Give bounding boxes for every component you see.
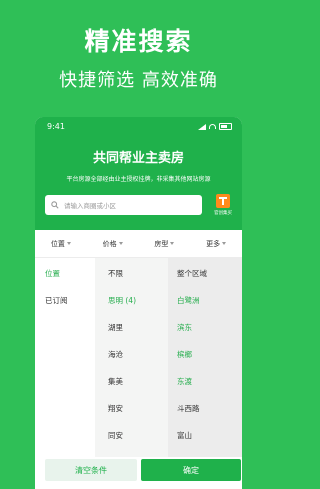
search-icon <box>51 201 59 209</box>
app-title: 共同帮业主卖房 <box>92 151 184 166</box>
filter-tab-more[interactable]: 更多 <box>190 239 242 249</box>
category-item-location[interactable]: 位置 <box>45 268 60 279</box>
area-column: 整个区域 白鹭洲 滨东 槟榔 东渡 斗西路 富山 <box>168 258 242 458</box>
district-item[interactable]: 同安 <box>108 430 123 441</box>
wifi-icon <box>209 124 216 129</box>
filter-tab-label: 更多 <box>206 239 221 248</box>
chevron-down-icon <box>170 242 175 245</box>
phone-screen: 9:41 共同帮业主卖房 平台房源全部经由业主授权挂牌，非采集其他网站房源 请输… <box>35 117 242 489</box>
filter-tab-layout[interactable]: 房型 <box>139 239 191 249</box>
chevron-down-icon <box>118 242 123 245</box>
filter-tab-location[interactable]: 位置 <box>35 239 87 249</box>
action-bar: 清空条件 确定 <box>35 457 242 489</box>
district-item[interactable]: 翔安 <box>108 403 123 414</box>
app-header: 9:41 共同帮业主卖房 平台房源全部经由业主授权挂牌，非采集其他网站房源 请输… <box>35 117 242 230</box>
status-icons <box>198 122 232 131</box>
battery-icon <box>219 123 232 130</box>
area-item[interactable]: 滨东 <box>177 322 192 333</box>
filter-tab-label: 位置 <box>50 239 65 248</box>
filter-tab-label: 房型 <box>154 239 169 248</box>
quick-buy-icon <box>216 194 230 208</box>
clear-filters-button[interactable]: 清空条件 <box>45 459 137 481</box>
district-item[interactable]: 集美 <box>108 376 123 387</box>
area-item[interactable]: 整个区域 <box>177 268 207 279</box>
area-item[interactable]: 槟榔 <box>177 349 192 360</box>
search-placeholder: 请输入商圈或小区 <box>64 202 116 210</box>
filter-tab-price[interactable]: 价格 <box>87 239 139 249</box>
area-item[interactable]: 东渡 <box>177 376 192 387</box>
status-time: 9:41 <box>47 122 65 131</box>
search-input[interactable]: 请输入商圈或小区 <box>45 195 202 215</box>
area-item[interactable]: 斗西路 <box>177 403 200 414</box>
quick-buy-label: 官创集买 <box>214 211 232 216</box>
confirm-button[interactable]: 确定 <box>141 459 241 481</box>
district-item[interactable]: 海沧 <box>108 349 123 360</box>
app-description: 平台房源全部经由业主授权挂牌，非采集其他网站房源 <box>66 176 211 183</box>
category-item-subscribed[interactable]: 已订阅 <box>45 295 68 306</box>
district-column: 不限 思明 (4) 湖里 海沧 集美 翔安 同安 <box>95 258 168 458</box>
status-bar: 9:41 <box>47 122 232 131</box>
chevron-down-icon <box>66 242 71 245</box>
chevron-down-icon <box>222 242 227 245</box>
area-item[interactable]: 白鹭洲 <box>177 295 200 306</box>
hero-title: 精准搜索 <box>84 27 193 56</box>
district-item[interactable]: 不限 <box>108 268 123 279</box>
quick-buy-button[interactable]: 官创集买 <box>211 194 235 216</box>
category-column: 位置 已订阅 <box>35 258 95 458</box>
district-item[interactable]: 湖里 <box>108 322 123 333</box>
hero-subtitle: 快捷筛选 高效准确 <box>59 70 218 91</box>
filter-bar: 位置 价格 房型 更多 <box>35 230 242 258</box>
filter-tab-label: 价格 <box>102 239 117 248</box>
signal-icon <box>198 123 206 130</box>
area-item[interactable]: 富山 <box>177 430 192 441</box>
district-item[interactable]: 思明 (4) <box>108 295 136 306</box>
